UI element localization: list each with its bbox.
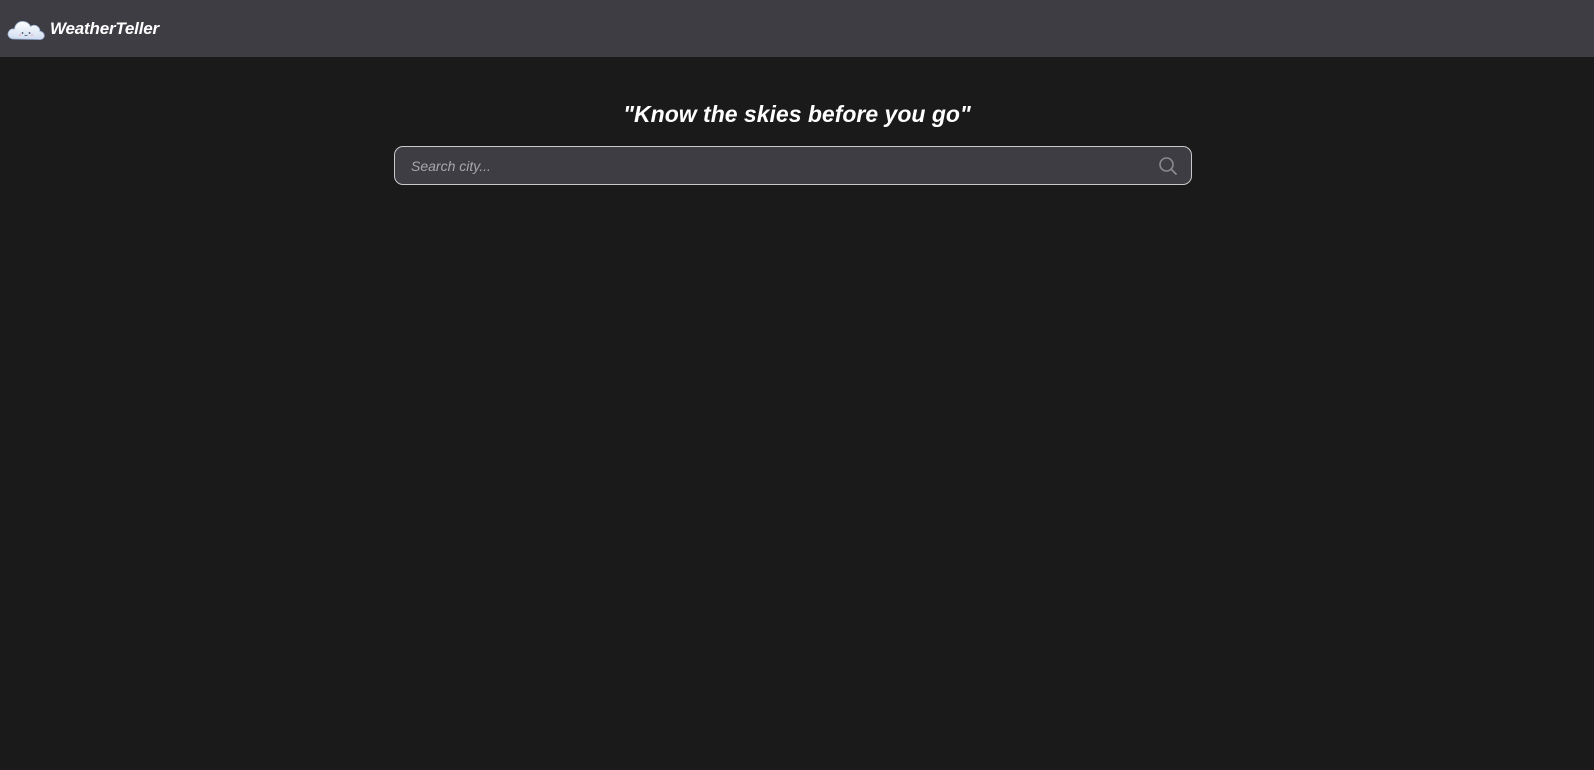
cloud-icon [7, 20, 45, 40]
brand-logo-link[interactable]: WeatherTeller [6, 0, 159, 57]
search-input[interactable] [395, 147, 1157, 184]
top-navbar: WeatherTeller [0, 0, 1594, 57]
search-icon[interactable] [1157, 155, 1179, 177]
search-bar [394, 146, 1192, 185]
main-content: "Know the skies before you go" [0, 57, 1594, 770]
app-name: WeatherTeller [50, 18, 159, 38]
page-tagline: "Know the skies before you go" [623, 101, 971, 127]
